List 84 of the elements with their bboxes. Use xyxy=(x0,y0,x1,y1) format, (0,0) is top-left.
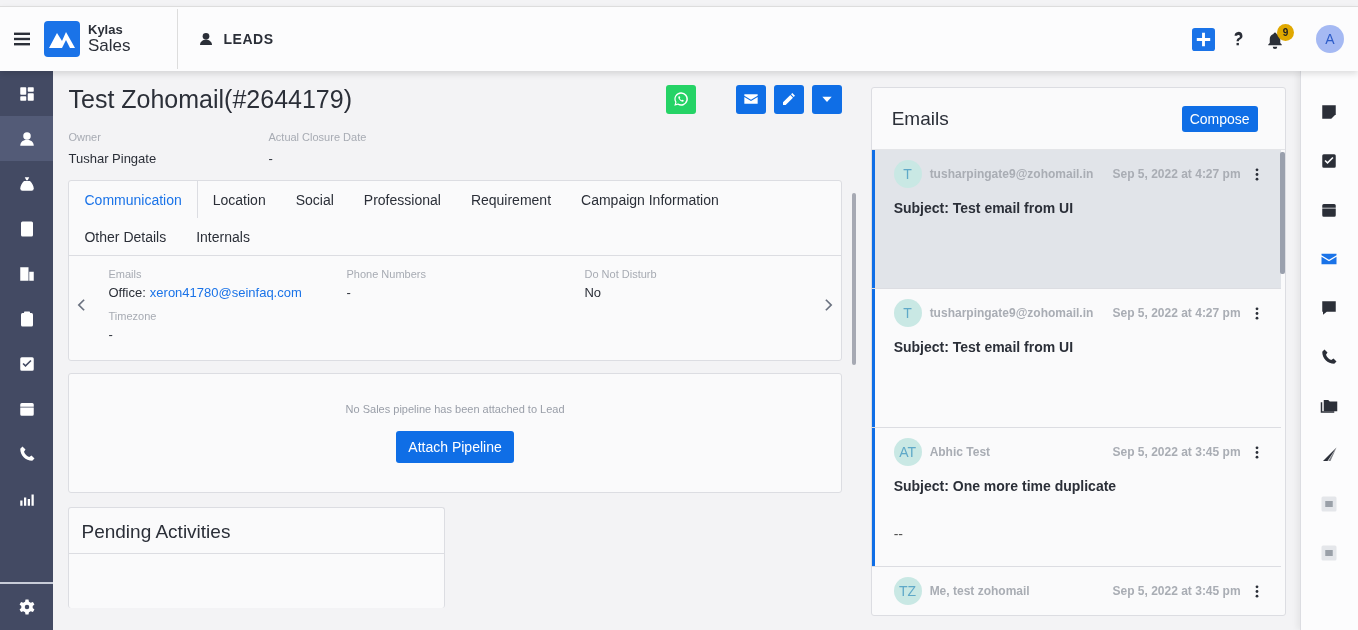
field-value: No xyxy=(584,285,603,300)
dropdown-button[interactable] xyxy=(811,84,842,114)
email-date: Sep 5, 2022 at 4:27 pm xyxy=(1112,306,1241,320)
tab[interactable]: Campaign Information xyxy=(566,181,734,218)
field-value: - xyxy=(108,327,114,342)
field-value: Tushar Pingate xyxy=(68,151,158,166)
folder-icon[interactable] xyxy=(1320,397,1339,415)
tab[interactable]: Professional xyxy=(348,181,456,218)
more-options-icon[interactable] xyxy=(1254,445,1259,459)
sender-avatar: TZ xyxy=(893,577,922,605)
email-item[interactable]: T tusharpingate9@zohomail.in Sep 5, 2022 at 4:27 pm Subject: Test email from UI xyxy=(871,150,1281,289)
sender-avatar: T xyxy=(893,299,922,327)
dashboard-icon xyxy=(17,84,36,103)
field-label: Timezone xyxy=(108,310,158,322)
more-options-icon[interactable] xyxy=(1254,306,1259,320)
compose-button[interactable]: Compose xyxy=(1181,105,1258,132)
chevron-right-icon[interactable] xyxy=(823,298,833,312)
mail-icon xyxy=(742,91,759,107)
tab[interactable]: Social xyxy=(280,181,349,218)
tab[interactable]: Communication xyxy=(69,181,198,218)
add-button[interactable] xyxy=(1192,27,1215,51)
app-name: Kylas xyxy=(88,22,124,37)
lead-title: Test Zohomail(#2644179) xyxy=(68,84,352,114)
app-subtitle: Sales xyxy=(88,36,131,56)
help-icon[interactable] xyxy=(1233,31,1244,47)
edit-button[interactable] xyxy=(773,84,804,114)
email-subject: Subject: Test email from UI xyxy=(893,200,1075,216)
field-label: Emails xyxy=(108,268,143,280)
user-icon xyxy=(17,129,36,148)
field-label: Owner xyxy=(68,131,102,143)
tab[interactable]: Other Details xyxy=(69,218,182,255)
whatsapp-icon xyxy=(672,91,689,107)
money-bag-icon xyxy=(17,174,36,193)
sender-avatar: T xyxy=(893,160,922,188)
notification-badge: 9 xyxy=(1277,24,1294,41)
logo-icon xyxy=(44,21,80,57)
menu-icon[interactable] xyxy=(14,32,30,46)
panel-title: Emails xyxy=(891,107,949,130)
email-item[interactable]: T tusharpingate9@zohomail.in Sep 5, 2022 at 4:27 pm Subject: Test email from UI xyxy=(871,289,1281,428)
image-icon[interactable] xyxy=(1320,495,1339,513)
email-subject: Subject: One more time duplicate xyxy=(893,478,1118,494)
pencil-icon xyxy=(780,91,797,107)
building-icon xyxy=(17,264,36,283)
phone-icon xyxy=(17,444,36,463)
user-icon xyxy=(197,31,214,47)
email-preview: -- xyxy=(893,526,904,542)
tab[interactable]: Location xyxy=(197,181,281,218)
email-item[interactable]: AT Abhic Test Sep 5, 2022 at 3:45 pm Subject: One more time duplicate -- xyxy=(871,428,1281,567)
scrollbar-thumb[interactable] xyxy=(1279,152,1285,274)
email-date: Sep 5, 2022 at 3:45 pm xyxy=(1112,445,1241,459)
field-value: - xyxy=(346,285,352,300)
sender-name: Me, test zohomail xyxy=(929,584,1030,598)
checkbox-icon xyxy=(17,354,36,373)
tab[interactable]: Internals xyxy=(181,218,265,255)
field-label: Phone Numbers xyxy=(346,268,427,280)
more-options-icon[interactable] xyxy=(1254,167,1259,181)
email-subject: Subject: Test email from UI xyxy=(893,339,1075,355)
empty-message: No Sales pipeline has been attached to Lead xyxy=(345,403,565,415)
sender-name: Abhic Test xyxy=(929,445,991,459)
settings-icon[interactable] xyxy=(17,598,36,616)
checkbox-icon[interactable] xyxy=(1320,152,1339,170)
phone-icon[interactable] xyxy=(1320,348,1339,366)
chat-icon[interactable] xyxy=(1320,299,1339,317)
email-link[interactable]: xeron41780@seinfaq.com xyxy=(149,285,302,300)
field-label: Actual Closure Date xyxy=(268,131,368,143)
email-date: Sep 5, 2022 at 4:27 pm xyxy=(1112,167,1241,181)
note-icon[interactable] xyxy=(1320,103,1339,121)
email-date: Sep 5, 2022 at 3:45 pm xyxy=(1112,584,1241,598)
tab[interactable]: Requirement xyxy=(455,181,567,218)
sender-name: tusharpingate9@zohomail.in xyxy=(929,306,1094,320)
sender-name: tusharpingate9@zohomail.in xyxy=(929,167,1094,181)
field-value: - xyxy=(268,151,274,166)
attach-pipeline-button[interactable]: Attach Pipeline xyxy=(396,431,514,463)
email-button[interactable] xyxy=(735,84,766,114)
module-title: LEADS xyxy=(223,31,274,47)
field-label: Do Not Disturb xyxy=(584,268,658,280)
scrollbar-thumb[interactable] xyxy=(851,193,856,365)
field-value: Office: xyxy=(108,285,146,300)
sidebar-item[interactable] xyxy=(0,116,54,161)
sender-avatar: AT xyxy=(893,438,922,466)
more-options-icon[interactable] xyxy=(1254,584,1259,598)
image-icon[interactable] xyxy=(1320,544,1339,562)
card-title: Pending Activities xyxy=(69,508,445,554)
chevron-left-icon[interactable] xyxy=(77,298,87,312)
